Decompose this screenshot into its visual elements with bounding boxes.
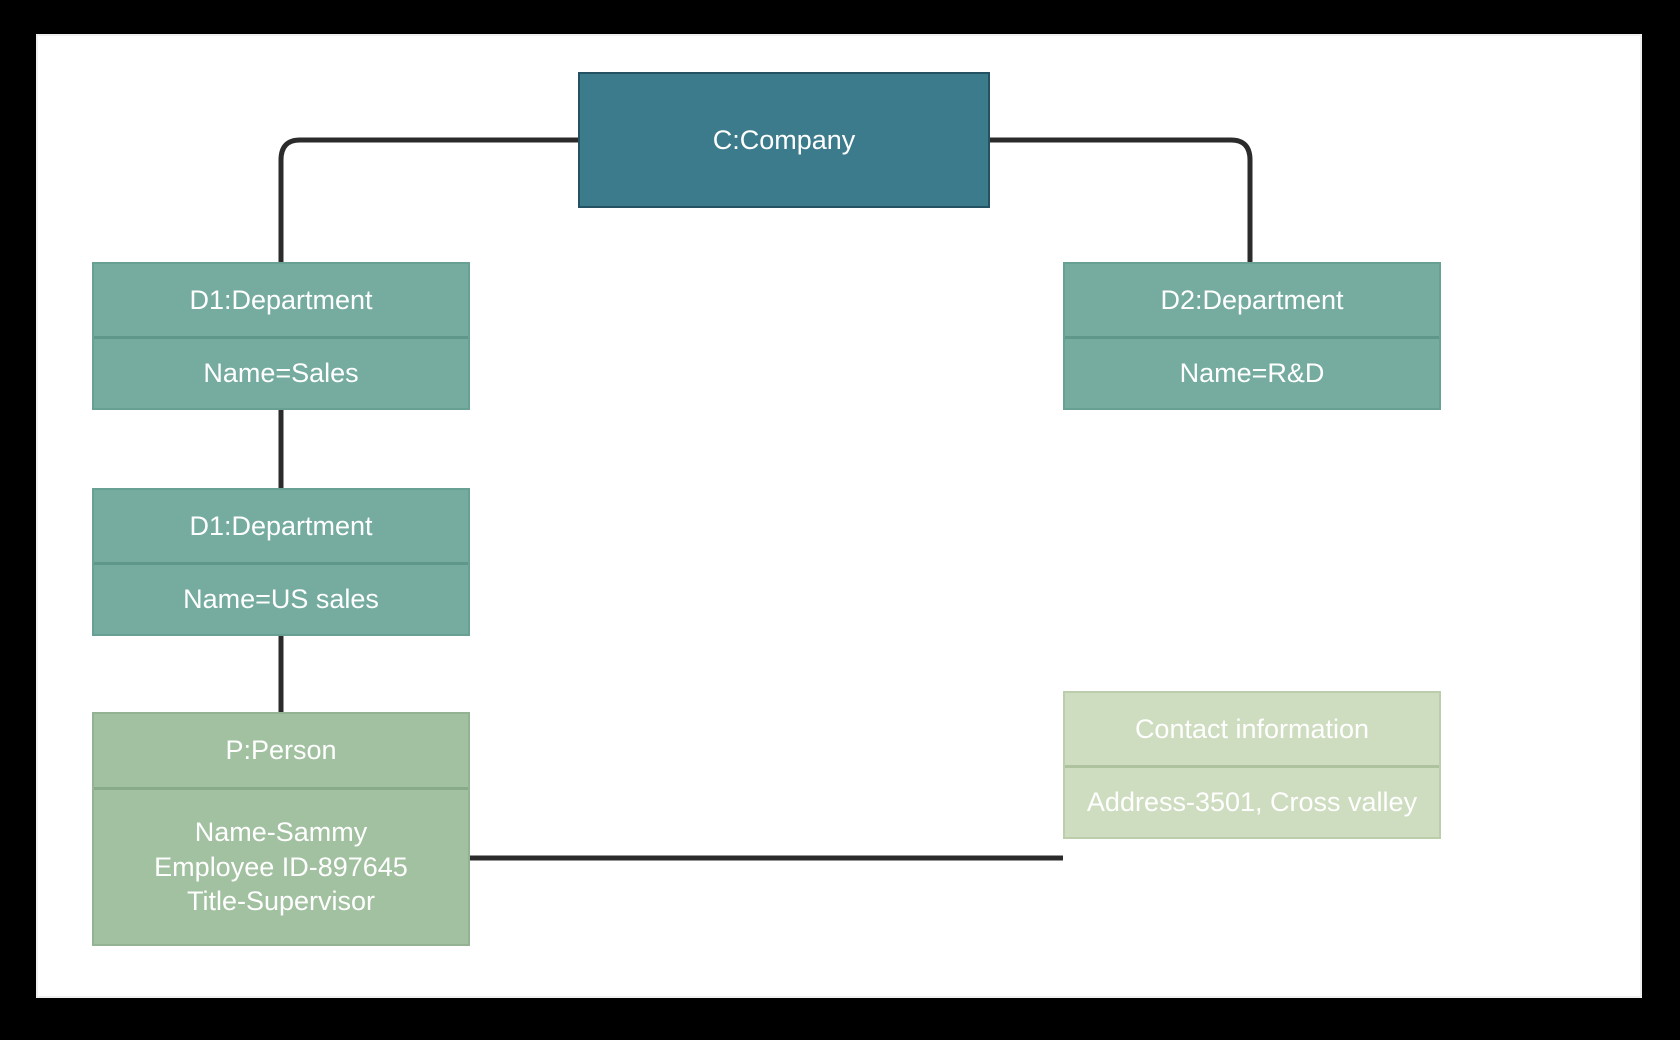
node-department-sales-attribute: Name=Sales bbox=[94, 335, 468, 408]
node-department-sales[interactable]: D1:Department Name=Sales bbox=[92, 262, 470, 410]
node-company[interactable]: C:Company bbox=[578, 72, 990, 208]
connector-company-to-rnd bbox=[990, 137, 1253, 262]
node-department-us-sales-attribute: Name=US sales bbox=[94, 561, 468, 634]
node-contact-information-attribute: Address-3501, Cross valley bbox=[1065, 764, 1439, 837]
node-department-rnd[interactable]: D2:Department Name=R&D bbox=[1063, 262, 1441, 410]
node-person[interactable]: P:Person Name-Sammy Employee ID-897645 T… bbox=[92, 712, 470, 946]
node-contact-information-title: Contact information bbox=[1134, 713, 1370, 744]
connector-company-to-sales bbox=[278, 137, 578, 262]
node-department-us-sales[interactable]: D1:Department Name=US sales bbox=[92, 488, 470, 636]
node-department-us-sales-title: D1:Department bbox=[189, 510, 373, 541]
node-person-title: P:Person bbox=[225, 735, 337, 766]
node-department-rnd-title: D2:Department bbox=[1160, 284, 1344, 315]
diagram-frame: C:Company D1:Department Name=Sales D2:De… bbox=[0, 0, 1680, 1040]
node-company-title: C:Company bbox=[712, 124, 856, 155]
node-department-rnd-attribute: Name=R&D bbox=[1065, 335, 1439, 408]
node-person-attributes: Name-Sammy Employee ID-897645 Title-Supe… bbox=[94, 786, 468, 944]
node-contact-information[interactable]: Contact information Address-3501, Cross … bbox=[1063, 691, 1441, 839]
node-department-sales-title: D1:Department bbox=[189, 284, 373, 315]
diagram-canvas: C:Company D1:Department Name=Sales D2:De… bbox=[38, 36, 1640, 996]
